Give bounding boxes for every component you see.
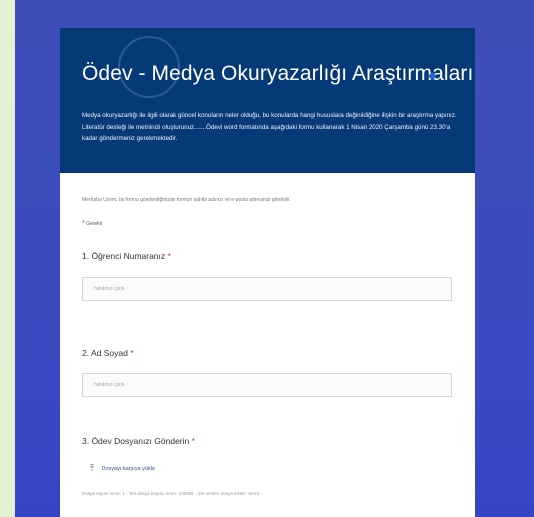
required-label: Gerekli [86, 221, 102, 227]
immersive-reader-icon[interactable]: ◆ [428, 71, 439, 82]
presentation-background: Ödev - Medya Okuryazarlığı Araştırmaları… [15, 0, 534, 517]
student-number-input[interactable]: Yanıtınızı girin [82, 277, 452, 301]
upload-limits-hint: Dosya sayısı sınırı: 1 · Tek dosya boyut… [82, 491, 260, 496]
question-name-label: 2. Ad Soyad * [82, 348, 134, 358]
form-title: Ödev - Medya Okuryazarlığı Araştırmaları [82, 62, 474, 85]
question-student-number-label: 1. Öğrenci Numaranız * [82, 251, 171, 261]
form-card: Ödev - Medya Okuryazarlığı Araştırmaları… [60, 28, 475, 517]
upload-file-label: Dosyayı karşıya yükle [101, 465, 156, 472]
form-description: Medya okuryazarlığı ile ilgili olarak gü… [82, 112, 457, 142]
form-header: Ödev - Medya Okuryazarlığı Araştırmaları… [60, 28, 475, 173]
required-star: * [82, 220, 85, 227]
question-upload-label: 3. Ödev Dosyanızı Gönderin * [82, 436, 195, 446]
upload-file-button[interactable]: ⤒ Dosyayı karşıya yükle [90, 463, 155, 474]
required-note: * Gerekli [82, 220, 102, 227]
privacy-notice: Merhaba Uzem, bu formu gönderdiğinizde f… [82, 197, 291, 203]
name-input[interactable]: Yanıtınızı girin [82, 373, 452, 397]
upload-icon: ⤒ [90, 463, 94, 473]
name-placeholder: Yanıtınızı girin [93, 382, 125, 388]
student-number-placeholder: Yanıtınızı girin [93, 286, 125, 292]
